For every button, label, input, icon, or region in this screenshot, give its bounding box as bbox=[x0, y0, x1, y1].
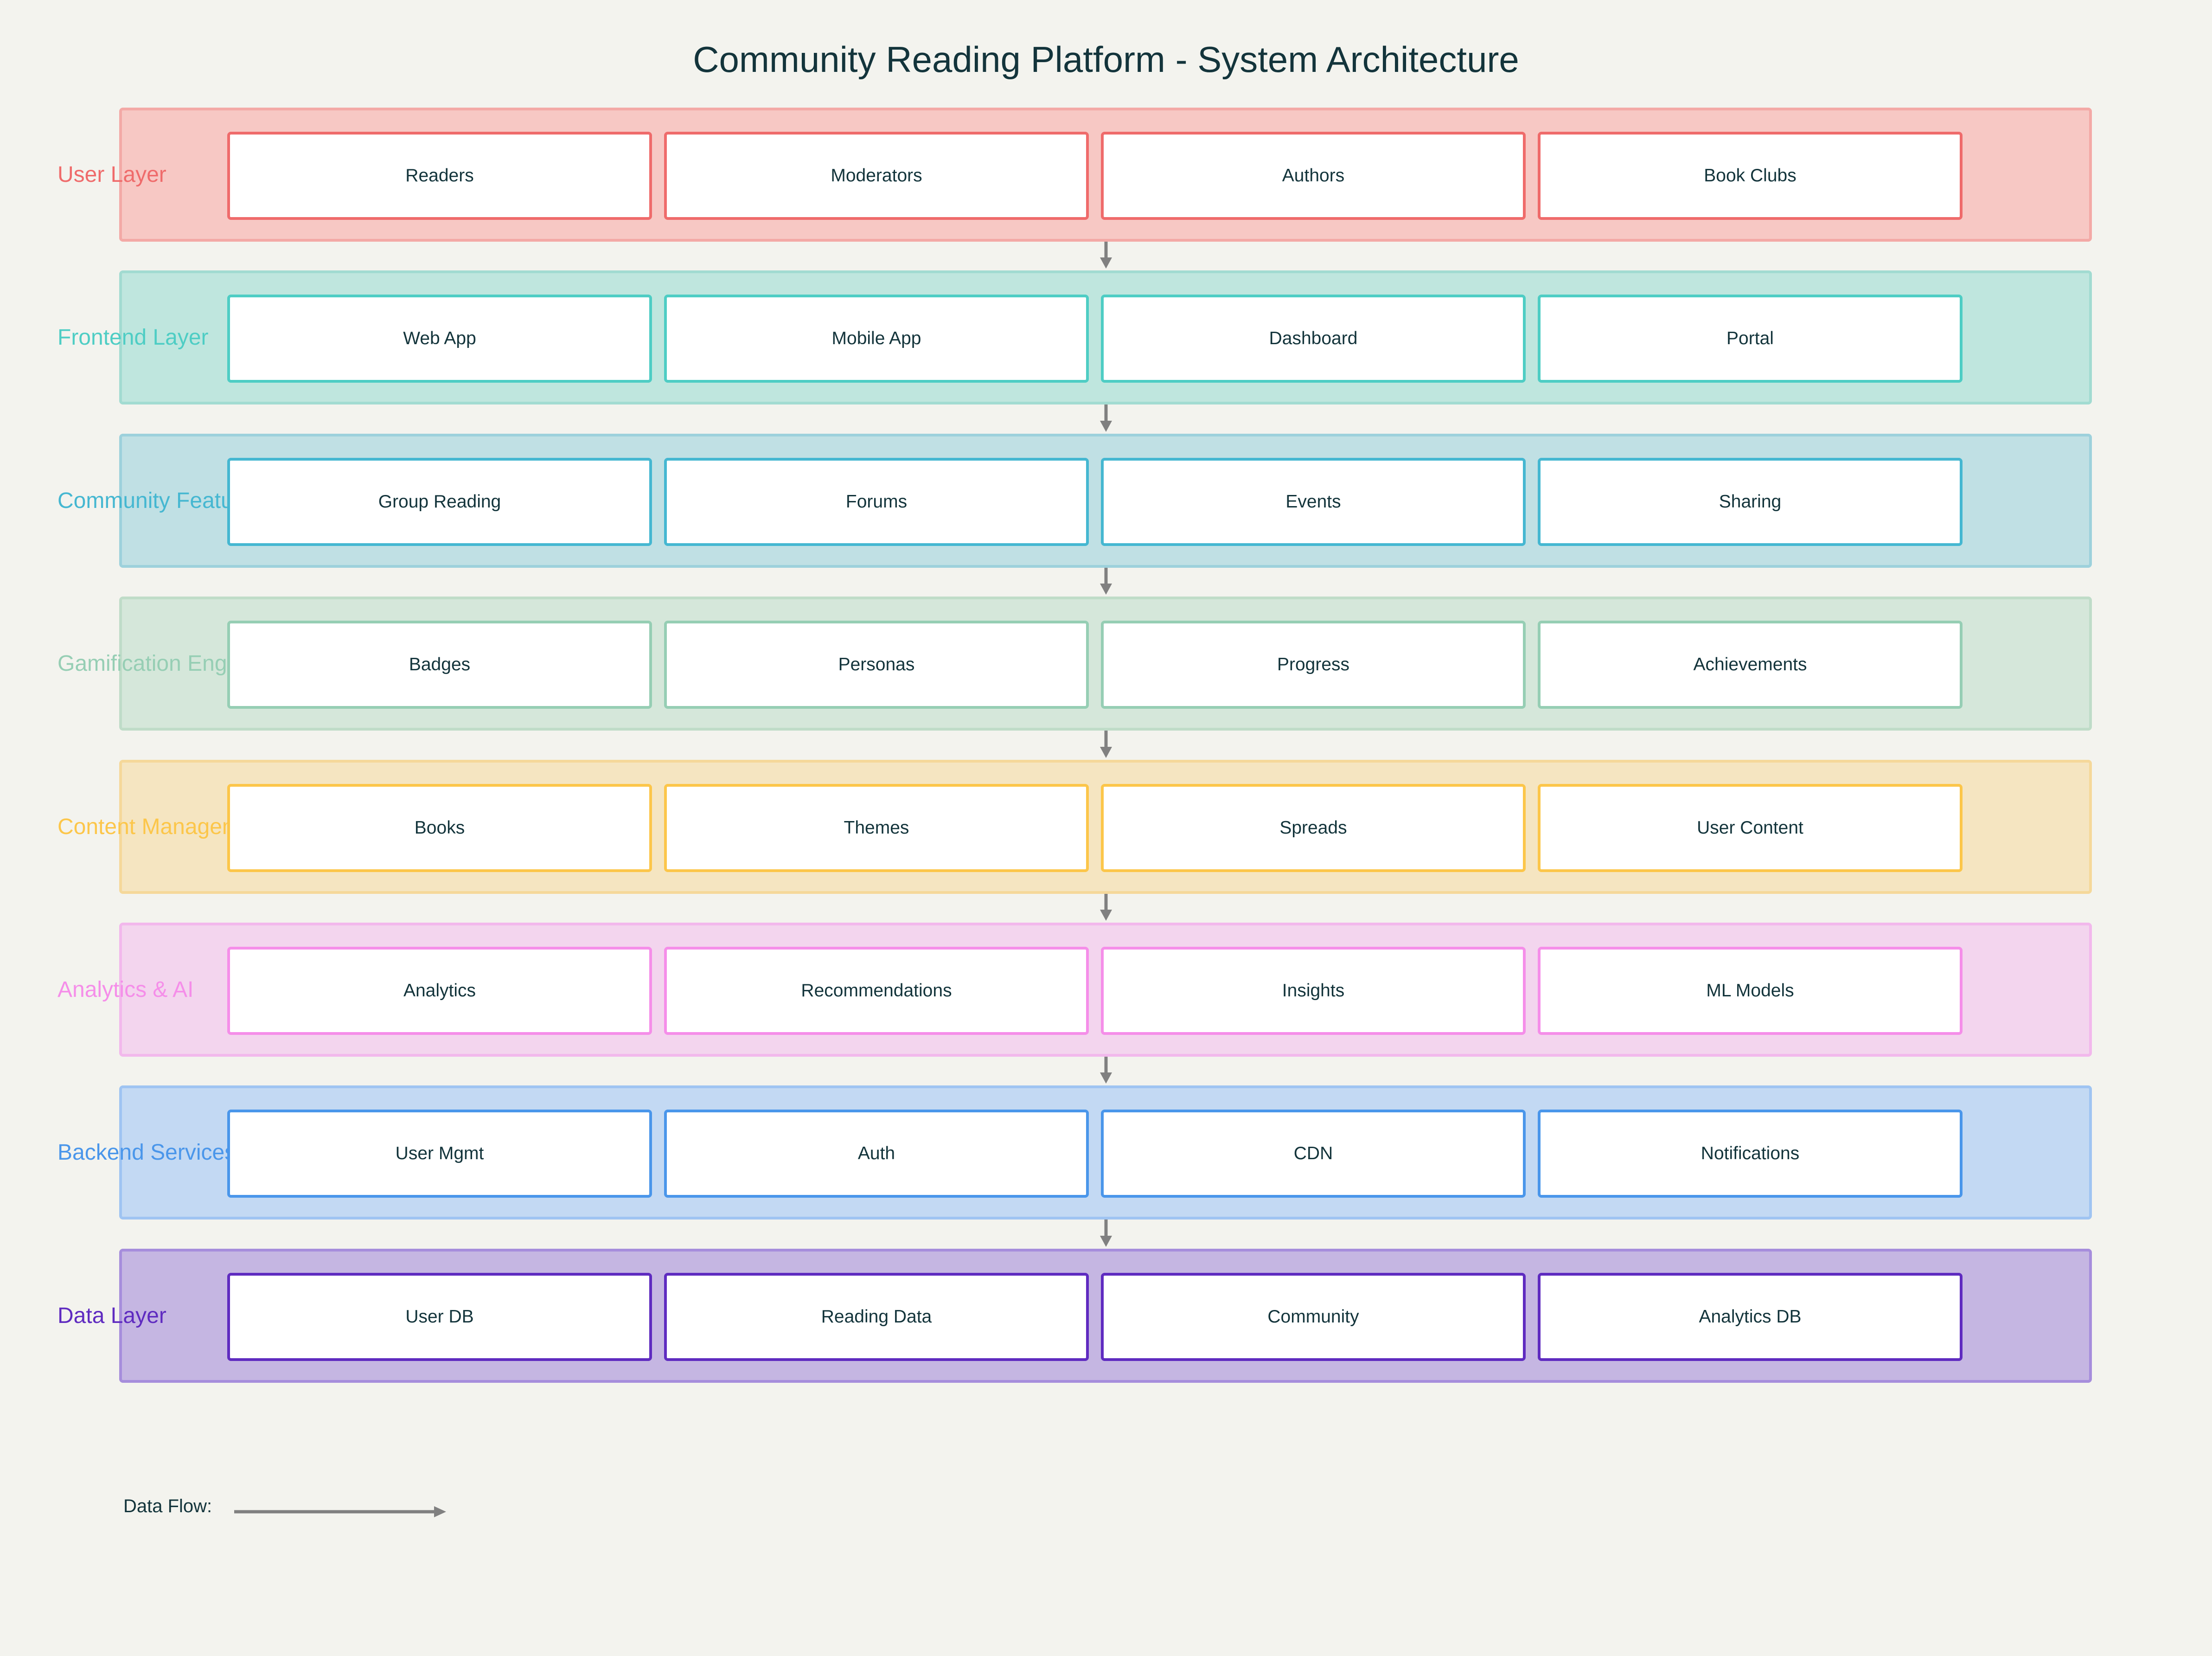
component-box: Progress bbox=[1101, 621, 1526, 709]
component-box: Achievements bbox=[1538, 621, 1963, 709]
component-box: ML Models bbox=[1538, 947, 1963, 1035]
flow-arrow-head bbox=[1100, 257, 1112, 269]
component-box: Reading Data bbox=[664, 1273, 1089, 1361]
component-box: Authors bbox=[1101, 132, 1526, 220]
component-box: User Content bbox=[1538, 784, 1963, 872]
component-box: Moderators bbox=[664, 132, 1089, 220]
legend-label: Data Flow: bbox=[123, 1496, 212, 1516]
component-box: Forums bbox=[664, 458, 1089, 546]
flow-arrow-head bbox=[1100, 910, 1112, 921]
component-box: Notifications bbox=[1538, 1110, 1963, 1198]
component-box: User DB bbox=[227, 1273, 652, 1361]
component-box: Community bbox=[1101, 1273, 1526, 1361]
legend-arrow-head bbox=[434, 1506, 446, 1517]
component-box: Spreads bbox=[1101, 784, 1526, 872]
component-box: Auth bbox=[664, 1110, 1089, 1198]
component-box: User Mgmt bbox=[227, 1110, 652, 1198]
component-box: Web App bbox=[227, 295, 652, 383]
component-box: Recommendations bbox=[664, 947, 1089, 1035]
architecture-diagram: Community Reading Platform - System Arch… bbox=[0, 0, 2212, 1656]
diagram-title: Community Reading Platform - System Arch… bbox=[693, 39, 1519, 80]
component-box: Themes bbox=[664, 784, 1089, 872]
flow-arrow-head bbox=[1100, 584, 1112, 595]
component-box: Insights bbox=[1101, 947, 1526, 1035]
component-box: Books bbox=[227, 784, 652, 872]
component-box: Badges bbox=[227, 621, 652, 709]
flow-arrow-head bbox=[1100, 1072, 1112, 1084]
component-box: Personas bbox=[664, 621, 1089, 709]
flow-arrow-head bbox=[1100, 421, 1112, 432]
component-box: Analytics bbox=[227, 947, 652, 1035]
component-box: Mobile App bbox=[664, 295, 1089, 383]
flow-arrow-head bbox=[1100, 1236, 1112, 1247]
component-box: Dashboard bbox=[1101, 295, 1526, 383]
flow-arrow-head bbox=[1100, 747, 1112, 758]
component-box: Sharing bbox=[1538, 458, 1963, 546]
component-box: Readers bbox=[227, 132, 652, 220]
component-box: Portal bbox=[1538, 295, 1963, 383]
component-box: CDN bbox=[1101, 1110, 1526, 1198]
component-box: Book Clubs bbox=[1538, 132, 1963, 220]
component-box: Events bbox=[1101, 458, 1526, 546]
component-box: Group Reading bbox=[227, 458, 652, 546]
component-box: Analytics DB bbox=[1538, 1273, 1963, 1361]
